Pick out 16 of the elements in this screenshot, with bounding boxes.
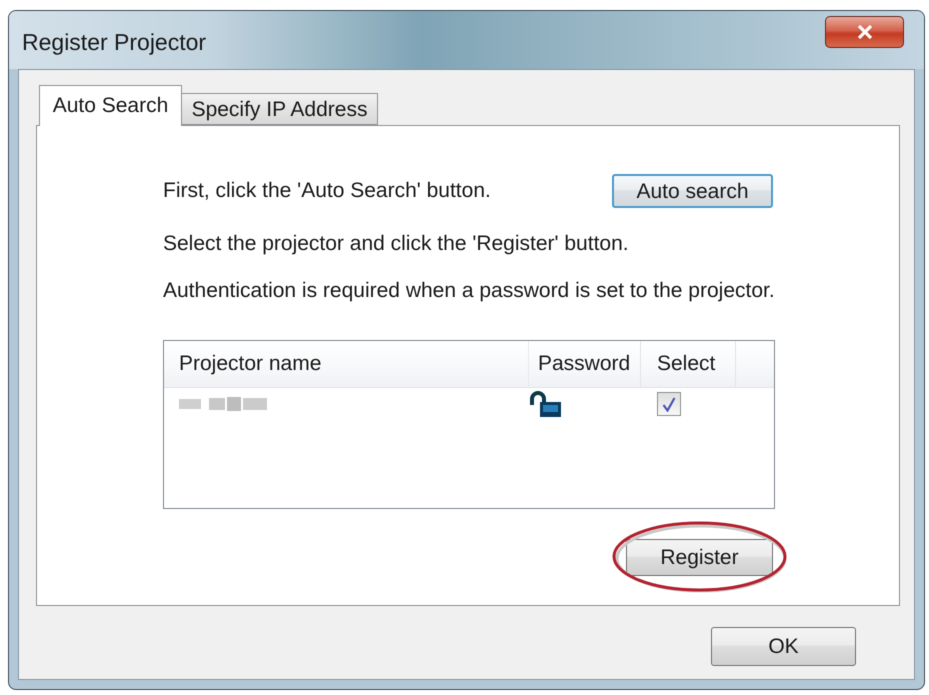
window-title: Register Projector [22, 29, 206, 55]
instruction-text: First, click the 'Auto Search' button. [163, 179, 491, 203]
checkbox[interactable] [657, 392, 681, 416]
auto-search-button[interactable]: Auto search [612, 174, 773, 208]
ok-button[interactable]: OK [711, 627, 856, 666]
check-icon [662, 396, 676, 412]
column-header[interactable]: Projector name [164, 341, 529, 387]
close-icon [856, 25, 872, 39]
register-button[interactable]: Register [626, 539, 773, 576]
instruction-text: Select the projector and click the 'Register' button. [163, 232, 629, 256]
column-header[interactable]: Password [529, 341, 641, 387]
tab[interactable]: Specify IP Address [182, 93, 378, 125]
close-button[interactable] [825, 16, 904, 48]
column-header[interactable]: Select [641, 341, 736, 387]
tab[interactable]: Auto Search [39, 85, 182, 126]
instruction-text: Authentication is required when a password is set to the projector. [163, 279, 775, 303]
